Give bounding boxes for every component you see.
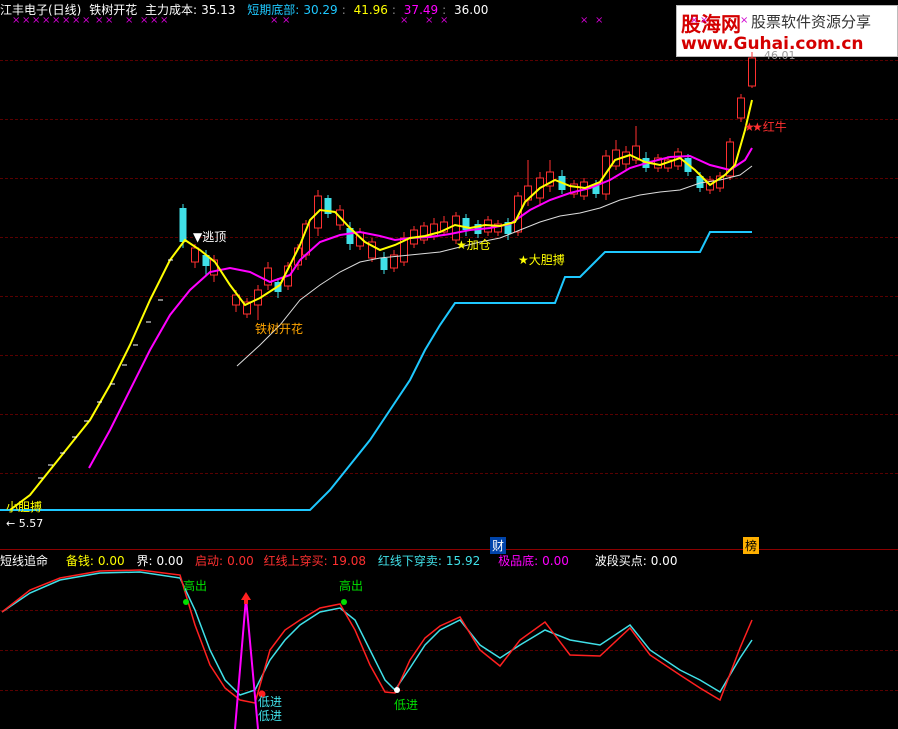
escape-top-label: ▼逃顶 — [193, 230, 227, 244]
tree-bloom-label: 铁树开花 — [255, 322, 304, 336]
up-label: 红线上穿买: — [263, 554, 328, 568]
x-marker-icon: × — [82, 15, 90, 26]
x-marker-icon: × — [52, 15, 60, 26]
green-dot-icon — [183, 599, 189, 605]
x-marker-icon: × — [105, 15, 113, 26]
x-marker-icon: × — [425, 15, 433, 26]
magenta-spike — [234, 597, 259, 729]
candle-body — [602, 155, 610, 195]
candle-body — [737, 97, 745, 119]
x-marker-icon: × — [42, 15, 50, 26]
x-marker-icon: × — [580, 15, 588, 26]
jie-label: 界: — [136, 554, 153, 568]
sub-name: 短线追命 — [0, 554, 49, 568]
x-marker-icon: × — [740, 15, 748, 26]
x-marker-icon: × — [72, 15, 80, 26]
rank-tag[interactable]: 榜 — [743, 537, 760, 554]
jp-label: 极品底: — [498, 554, 539, 568]
x-marker-icon: × — [140, 15, 148, 26]
x-marker-icon: × — [125, 15, 133, 26]
x-marker-icon: × — [150, 15, 158, 26]
x-marker-icon: × — [440, 15, 448, 26]
qd-value: 0.00 — [227, 554, 254, 568]
yellow-signal-line — [9, 99, 753, 511]
red-arrow-stem — [244, 598, 248, 604]
high-price-label: 46.01 — [764, 49, 796, 62]
up-value: 19.08 — [331, 554, 367, 568]
x-marker-icon: × — [95, 15, 103, 26]
qd-label: 启动: — [195, 554, 224, 568]
bq-label: 备钱: — [65, 554, 94, 568]
jp-value: 0.00 — [542, 554, 569, 568]
x-marker-icon: × — [400, 15, 408, 26]
x-marker-icon: × — [690, 15, 698, 26]
candle-body — [179, 208, 187, 242]
low-entry-label-3: 低进 — [394, 698, 419, 712]
bd-value: 0.00 — [650, 554, 678, 568]
add-position-label: ★加仓 — [456, 238, 491, 252]
green-dot-icon — [341, 599, 347, 605]
bq-value: 0.00 — [97, 554, 125, 568]
x-marker-icon: × — [595, 15, 603, 26]
down-value: 15.92 — [445, 554, 481, 568]
low-entry-label-2: 低进 — [258, 709, 283, 723]
x-marker-icon: × — [22, 15, 30, 26]
support-line — [0, 231, 752, 511]
candle-body — [748, 57, 756, 87]
x-marker-icon: × — [32, 15, 40, 26]
x-marker-icon: × — [12, 15, 20, 26]
x-marker-icon: × — [270, 15, 278, 26]
candle-body — [380, 258, 388, 270]
low-price-label: ← 5.57 — [6, 517, 44, 530]
price-chart[interactable]: × × × × × × × × × × × × × × × × × × × × × × × × ★ — [0, 0, 898, 729]
x-marker-icon: × — [282, 15, 290, 26]
x-marker-icon: × — [160, 15, 168, 26]
jie-value: 0.00 — [156, 554, 184, 568]
magenta-ma-line — [88, 147, 753, 469]
red-bull-label: ★红牛 — [752, 120, 787, 134]
down-label: 红线下穿卖: — [377, 554, 442, 568]
sub-indicator-header: 短线追命 备钱: 0.00 界: 0.00 启动: 0.00 红线上穿买: 19.08 … — [0, 553, 681, 569]
bd-label: 波段买点: — [594, 554, 647, 568]
small-bet-label: 小胆搏 — [6, 500, 43, 514]
x-marker-icon: × — [700, 15, 708, 26]
high-exit-label-2: 高出 — [339, 579, 364, 593]
finance-tag[interactable]: 财 — [490, 537, 507, 554]
candle-body — [191, 247, 199, 263]
bold-bet-label: ★大胆搏 — [518, 253, 565, 267]
white-dot-icon — [394, 687, 400, 693]
signal-markers: × × × × × × × × × × × × × × × × × × × × × × × × — [12, 15, 748, 26]
high-exit-label-1: 高出 — [183, 579, 208, 593]
x-marker-icon: × — [62, 15, 70, 26]
